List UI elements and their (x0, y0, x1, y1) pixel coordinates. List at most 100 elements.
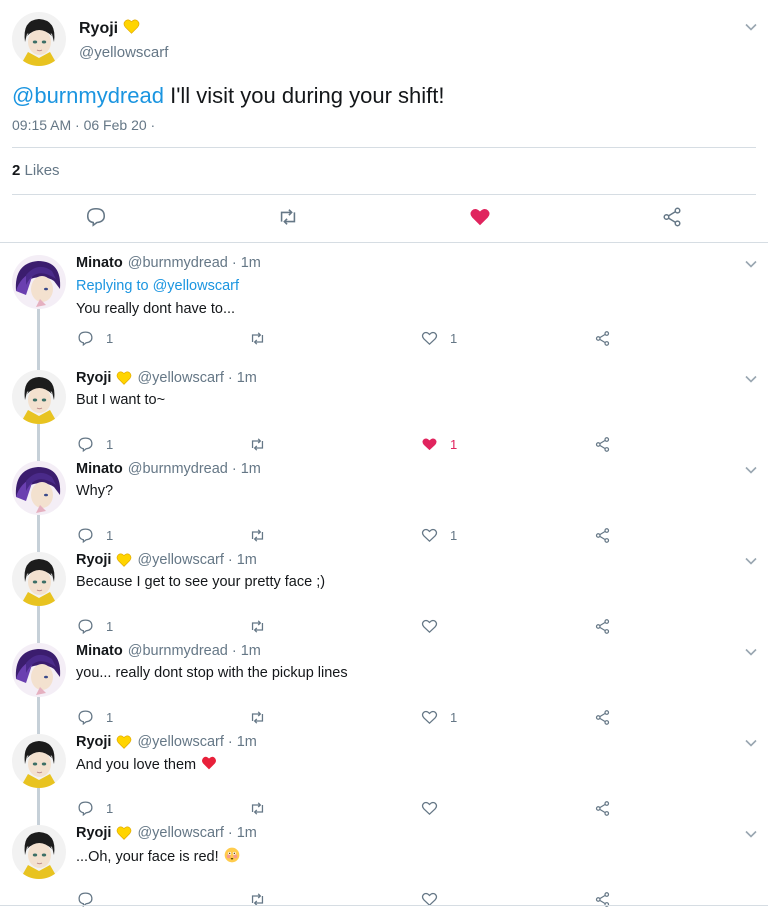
reply-tweet[interactable]: Ryoji @yellowscarf · 1m And you love the… (0, 722, 768, 825)
avatar-ryoji[interactable] (12, 12, 66, 66)
likes-stat[interactable]: 2 Likes (12, 162, 60, 179)
avatar-ryoji[interactable] (12, 734, 66, 788)
share-button[interactable] (594, 329, 611, 347)
reply-body: Why? (76, 483, 114, 499)
retweet-button[interactable] (249, 329, 266, 347)
reply-author-handle[interactable]: @yellowscarf (137, 552, 223, 568)
like-icon (421, 330, 438, 347)
yellow-heart-badge-icon (123, 19, 140, 39)
reply-header: Ryoji @yellowscarf · 1m (76, 734, 257, 750)
retweet-icon[interactable] (277, 206, 299, 228)
reply-timestamp: 1m (240, 461, 261, 477)
yellow-heart-badge-icon (116, 553, 132, 567)
reply-icon[interactable] (85, 206, 107, 228)
reply-timestamp: 1m (240, 643, 261, 659)
like-button[interactable]: 1 (421, 329, 457, 347)
reply-header: Ryoji @yellowscarf · 1m (76, 552, 257, 568)
reply-text: But I want to~ (76, 392, 165, 408)
reply-body: ...Oh, your face is red! (76, 849, 219, 865)
tweet-text: @burnmydread I'll visit you during your … (12, 82, 445, 110)
reply-icon (77, 330, 94, 347)
reply-author-handle[interactable]: @burnmydread (128, 461, 228, 477)
avatar-ryoji[interactable] (12, 825, 66, 879)
separator-dot: · (231, 643, 237, 659)
author-handle[interactable]: @yellowscarf (79, 44, 168, 61)
reply-body: you... really dont stop with the pickup … (76, 665, 348, 681)
chevron-down-icon[interactable] (744, 463, 758, 477)
reply-author-handle[interactable]: @burnmydread (128, 255, 228, 271)
retweet-icon (249, 330, 266, 347)
separator-dot: · (231, 255, 237, 271)
reply-author-handle[interactable]: @yellowscarf (137, 370, 223, 386)
chevron-down-icon[interactable] (744, 372, 758, 386)
share-icon[interactable] (661, 206, 683, 228)
reply-tweet[interactable]: Ryoji @yellowscarf · 1m But I want to~ 1… (0, 358, 768, 461)
reply-author-name[interactable]: Minato (76, 255, 123, 271)
replying-to-handle[interactable]: @yellowscarf (153, 278, 239, 294)
reply-body: And you love them (76, 757, 197, 773)
reply-text: ...Oh, your face is red! (76, 847, 240, 867)
tweet-timestamp: 09:15 AM · 06 Feb 20 · (12, 117, 156, 133)
reply-author-name[interactable]: Ryoji (76, 825, 111, 841)
chevron-down-icon[interactable] (744, 645, 758, 659)
reply-author-name[interactable]: Ryoji (76, 552, 111, 568)
reply-body: But I want to~ (76, 392, 166, 408)
reply-author-handle[interactable]: @yellowscarf (137, 734, 223, 750)
reply-header: Ryoji @yellowscarf · 1m (76, 370, 257, 386)
avatar-minato[interactable] (12, 643, 66, 697)
reply-author-handle[interactable]: @yellowscarf (137, 825, 223, 841)
reply-text: And you love them (76, 756, 217, 774)
reply-count: 1 (106, 330, 114, 346)
yellow-heart-badge-icon (116, 371, 132, 385)
reply-timestamp: 1m (236, 370, 257, 386)
reply-tweet[interactable]: Minato @burnmydread · 1m Why? 1 1 (0, 449, 768, 552)
reply-header: Minato @burnmydread · 1m (76, 461, 261, 477)
avatar-minato[interactable] (12, 461, 66, 515)
reply-text: Why? (76, 483, 113, 499)
likes-label: Likes (24, 162, 60, 179)
reply-text: you... really dont stop with the pickup … (76, 665, 348, 681)
separator-dot: · (227, 552, 233, 568)
separator-dot: · (231, 461, 237, 477)
reply-tweet[interactable]: Minato @burnmydread · 1m Replying to @ye… (0, 243, 768, 370)
likes-count: 2 (12, 162, 21, 179)
avatar-ryoji[interactable] (12, 370, 66, 424)
reply-tweet[interactable]: Ryoji @yellowscarf · 1m ...Oh, your face… (0, 813, 768, 907)
main-tweet: Ryoji @yellowscarf @burnmydread I'll vis… (0, 0, 768, 243)
share-icon (594, 330, 611, 347)
reply-author-name[interactable]: Ryoji (76, 734, 111, 750)
reply-author-handle[interactable]: @burnmydread (128, 643, 228, 659)
reply-tweet[interactable]: Ryoji @yellowscarf · 1m Because I get to… (0, 540, 768, 643)
like-icon-filled[interactable] (469, 206, 491, 228)
reply-timestamp: 1m (240, 255, 261, 271)
chevron-down-icon[interactable] (744, 257, 758, 271)
reply-timestamp: 1m (236, 825, 257, 841)
replying-to: Replying to @yellowscarf (76, 278, 239, 294)
avatar-ryoji[interactable] (12, 552, 66, 606)
reply-timestamp: 1m (236, 552, 257, 568)
chevron-down-icon[interactable] (744, 554, 758, 568)
separator-dot: · (227, 370, 233, 386)
yellow-heart-badge-icon (116, 826, 132, 840)
tweet-body: I'll visit you during your shift! (163, 83, 445, 108)
chevron-down-icon[interactable] (744, 20, 758, 34)
reply-header: Ryoji @yellowscarf · 1m (76, 825, 257, 841)
reply-author-name[interactable]: Minato (76, 461, 123, 477)
reply-body: You really dont have to... (76, 301, 236, 317)
reply-header: Minato @burnmydread · 1m (76, 255, 261, 271)
replying-label: Replying to (76, 278, 149, 294)
chevron-down-icon[interactable] (744, 827, 758, 841)
author-name-row: Ryoji (79, 19, 140, 39)
reply-author-name[interactable]: Minato (76, 643, 123, 659)
reply-button[interactable]: 1 (77, 329, 113, 347)
mention-link[interactable]: @burnmydread (12, 83, 164, 108)
author-name[interactable]: Ryoji (79, 20, 118, 38)
reply-author-name[interactable]: Ryoji (76, 370, 111, 386)
reply-tweet[interactable]: Minato @burnmydread · 1m you... really d… (0, 631, 768, 734)
chevron-down-icon[interactable] (744, 736, 758, 750)
separator-dot: · (227, 734, 233, 750)
divider (12, 147, 756, 148)
avatar-minato[interactable] (12, 255, 66, 309)
reply-text: You really dont have to... (76, 301, 235, 317)
reply-text: Because I get to see your pretty face ;) (76, 574, 325, 590)
